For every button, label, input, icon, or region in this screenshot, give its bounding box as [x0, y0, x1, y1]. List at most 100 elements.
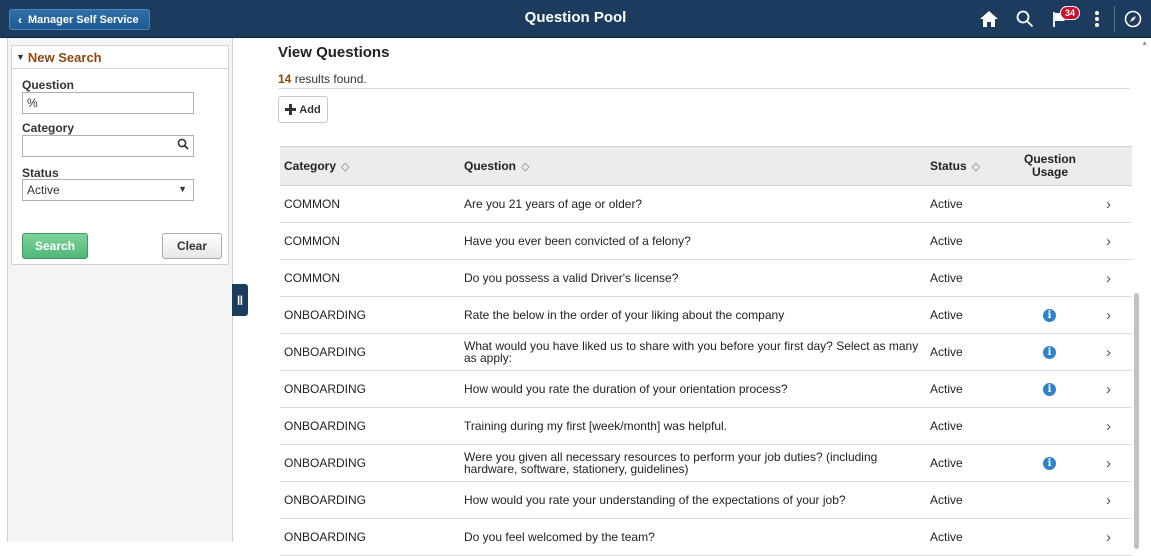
chevron-right-icon[interactable]: › — [1106, 223, 1111, 259]
status-cell: Active — [930, 271, 963, 285]
info-icon[interactable]: i — [1043, 308, 1056, 322]
question-cell: Do you possess a valid Driver's license? — [464, 271, 679, 285]
pause-icon: ‖ — [236, 292, 244, 308]
navbar-button[interactable] — [1115, 0, 1151, 38]
home-icon — [980, 11, 998, 27]
status-label: Status — [22, 166, 59, 180]
grid-body: COMMON Are you 21 years of age or older? A… — [280, 186, 1132, 556]
home-button[interactable] — [971, 0, 1007, 38]
category-label: Category — [22, 121, 75, 135]
category-header-label: Category — [284, 159, 337, 173]
questions-grid: Category ◇ Question ◇ Status ◇ Question Usag… — [280, 146, 1139, 556]
question-input[interactable]: % — [22, 92, 194, 114]
column-header-usage: Question Usage — [1020, 147, 1080, 185]
category-cell: COMMON — [284, 271, 340, 285]
status-cell: Active — [930, 419, 963, 433]
back-button-label: Manager Self Service — [28, 13, 139, 26]
category-cell: COMMON — [284, 234, 340, 248]
usage-header-line2: Usage — [1031, 165, 1068, 179]
status-header-label: Status — [930, 159, 967, 173]
status-select[interactable]: Active ▼ — [22, 179, 194, 201]
search-button[interactable] — [1007, 0, 1043, 38]
more-vertical-icon — [1095, 11, 1099, 27]
chevron-right-icon[interactable]: › — [1106, 371, 1111, 407]
search-panel: ▼ New Search Question % Category Status … — [7, 38, 233, 542]
category-cell: ONBOARDING — [284, 419, 367, 433]
table-row[interactable]: ONBOARDING Rate the below in the order of… — [280, 297, 1132, 334]
grid-scrollbar[interactable] — [1134, 293, 1139, 549]
column-header-category[interactable]: Category ◇ — [284, 147, 349, 185]
status-cell: Active — [930, 197, 963, 211]
usage-cell: i — [1043, 445, 1056, 481]
category-cell: ONBOARDING — [284, 493, 367, 507]
category-input[interactable] — [22, 135, 194, 157]
category-cell: ONBOARDING — [284, 530, 367, 544]
clear-button[interactable]: Clear — [162, 233, 222, 259]
table-row[interactable]: ONBOARDING Training during my first [week… — [280, 408, 1132, 445]
compass-icon — [1124, 10, 1142, 28]
add-label: Add — [299, 103, 321, 116]
plus-icon — [285, 104, 297, 115]
question-cell: Are you 21 years of age or older? — [464, 197, 643, 211]
chevron-right-icon[interactable]: › — [1106, 297, 1111, 333]
status-cell: Active — [930, 234, 963, 248]
sort-icon: ◇ — [341, 160, 350, 173]
info-icon[interactable]: i — [1043, 345, 1056, 359]
chevron-left-icon: ‹ — [18, 12, 22, 27]
chevron-right-icon[interactable]: › — [1106, 482, 1111, 518]
category-cell: ONBOARDING — [284, 345, 367, 359]
back-button[interactable]: ‹ Manager Self Service — [9, 9, 150, 30]
chevron-right-icon[interactable]: › — [1106, 408, 1111, 444]
add-button[interactable]: Add — [278, 96, 328, 123]
navbar-separator — [1114, 6, 1115, 32]
results-count: 14 results found. — [278, 72, 367, 86]
question-cell: Do you feel welcomed by the team? — [464, 530, 655, 544]
status-selected-value: Active — [27, 183, 60, 197]
status-cell: Active — [930, 382, 963, 396]
notification-badge: 34 — [1060, 6, 1081, 20]
column-header-status[interactable]: Status ◇ — [930, 147, 980, 185]
chevron-right-icon[interactable]: › — [1106, 334, 1111, 370]
chevron-right-icon[interactable]: › — [1106, 519, 1111, 555]
table-row[interactable]: ONBOARDING Do you feel welcomed by the te… — [280, 519, 1132, 556]
search-button-panel[interactable]: Search — [22, 233, 88, 259]
category-cell: ONBOARDING — [284, 308, 367, 322]
table-row[interactable]: COMMON Do you possess a valid Driver's li… — [280, 260, 1132, 297]
search-icon — [177, 138, 189, 150]
caret-down-icon: ▼ — [16, 52, 25, 62]
table-row[interactable]: COMMON Are you 21 years of age or older? A… — [280, 186, 1132, 223]
question-cell: Rate the below in the order of your liki… — [464, 308, 785, 322]
category-lookup-button[interactable] — [177, 138, 189, 153]
search-icon — [1016, 10, 1034, 28]
status-cell: Active — [930, 493, 963, 507]
table-row[interactable]: ONBOARDING Were you given all necessary r… — [280, 445, 1132, 482]
info-icon[interactable]: i — [1043, 382, 1056, 396]
question-cell: Training during my first [week/month] wa… — [464, 419, 727, 433]
question-cell: Have you ever been convicted of a felony… — [464, 234, 691, 248]
new-search-toggle[interactable]: ▼ New Search — [12, 46, 228, 69]
chevron-right-icon[interactable]: › — [1106, 260, 1111, 296]
status-cell: Active — [930, 308, 963, 322]
chevron-right-icon[interactable]: › — [1106, 445, 1111, 481]
table-row[interactable]: COMMON Have you ever been convicted of a … — [280, 223, 1132, 260]
collapse-panel-button[interactable]: ‖ — [232, 284, 248, 316]
sort-icon: ◇ — [521, 160, 530, 173]
actions-menu-button[interactable] — [1079, 0, 1115, 38]
info-icon[interactable]: i — [1043, 456, 1056, 470]
results-text: results found. — [291, 72, 367, 86]
column-header-question[interactable]: Question ◇ — [464, 147, 529, 185]
table-row[interactable]: ONBOARDING How would you rate the duratio… — [280, 371, 1132, 408]
divider — [278, 88, 1130, 89]
notifications-button[interactable]: 34 — [1043, 0, 1081, 38]
category-cell: ONBOARDING — [284, 382, 367, 396]
table-row[interactable]: ONBOARDING What would you have liked us t… — [280, 334, 1132, 371]
page-scroll-up-arrow[interactable]: ▲ — [1141, 40, 1148, 47]
chevron-right-icon[interactable]: › — [1106, 186, 1111, 222]
question-cell: How would you rate the duration of your … — [464, 382, 788, 396]
sort-icon: ◇ — [971, 160, 981, 173]
table-row[interactable]: ONBOARDING How would you rate your unders… — [280, 482, 1132, 519]
new-search-box: ▼ New Search Question % Category Status … — [11, 45, 229, 265]
question-label: Question — [22, 78, 75, 92]
new-search-title: New Search — [27, 49, 102, 65]
question-cell: How would you rate your understanding of… — [464, 493, 846, 507]
